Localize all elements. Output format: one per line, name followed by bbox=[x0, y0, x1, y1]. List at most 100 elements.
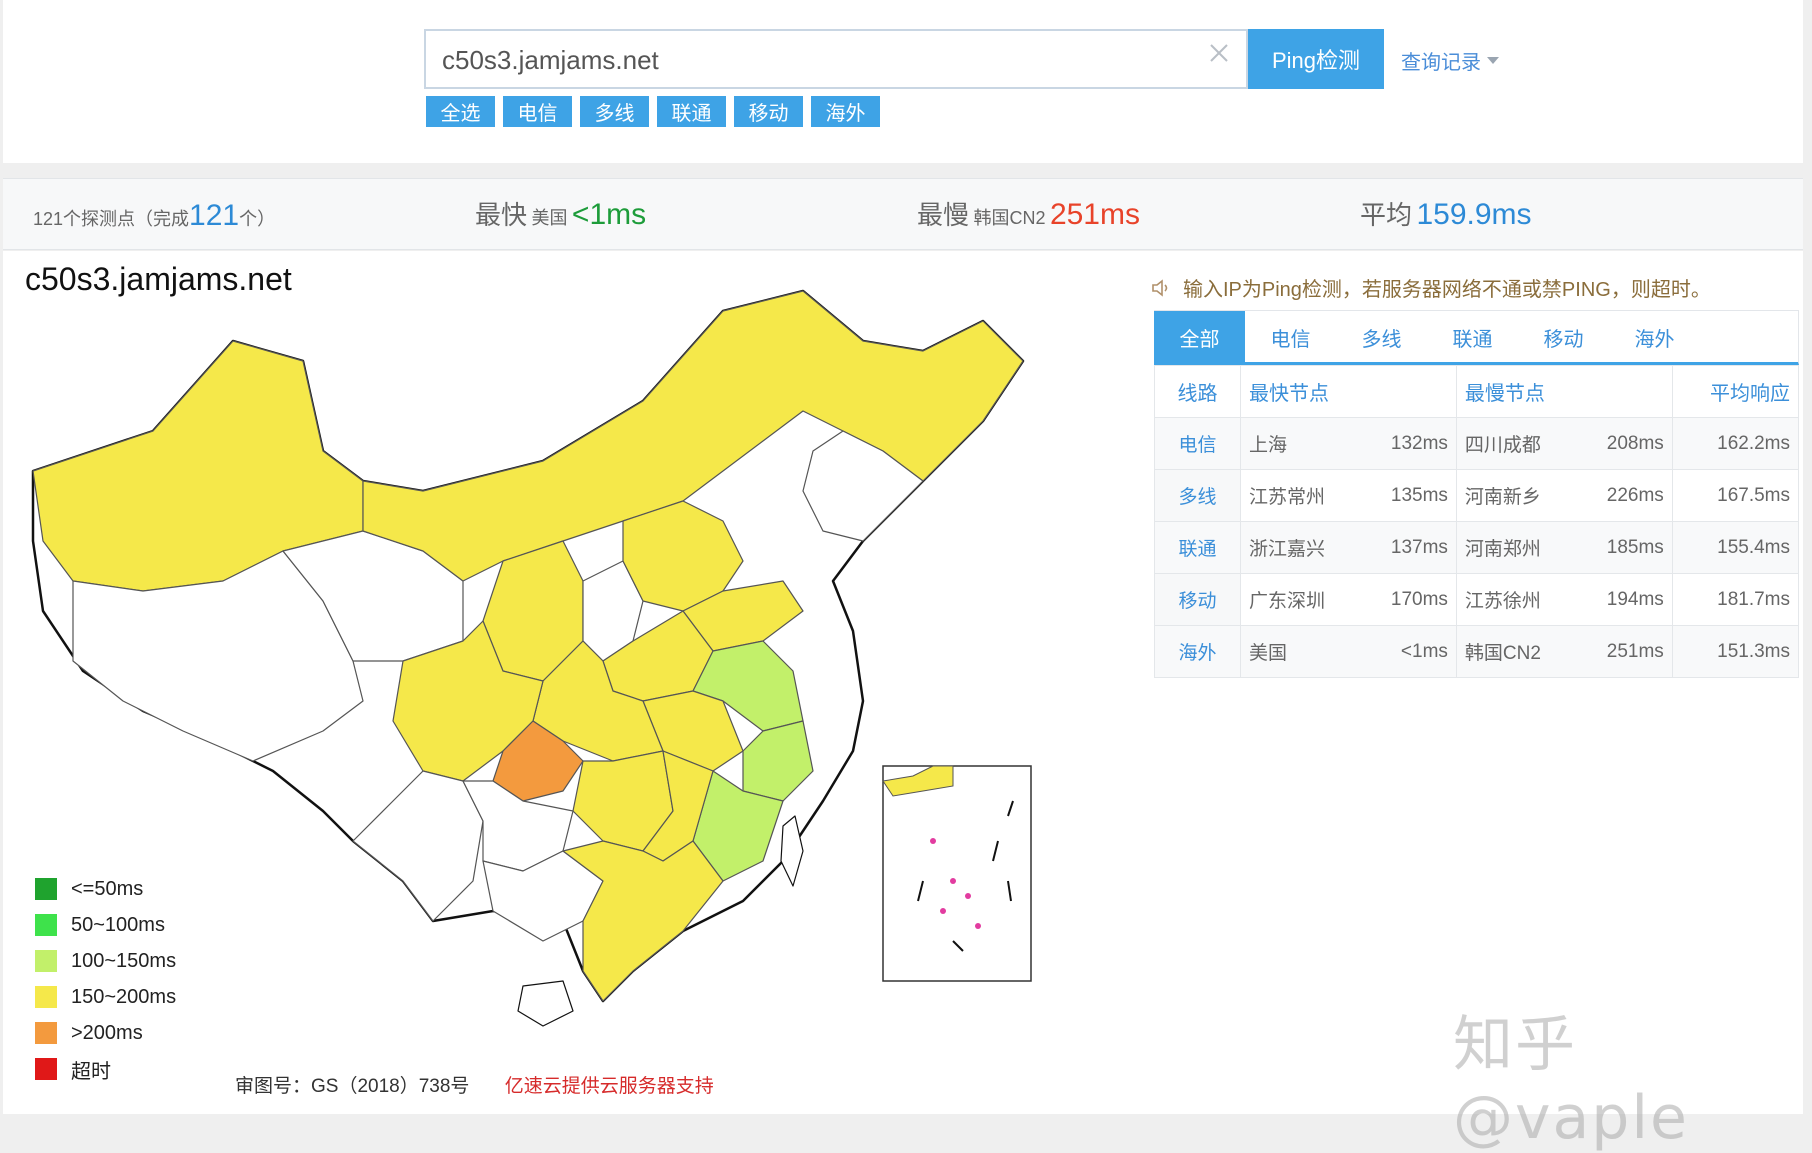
notice-text: 输入IP为Ping检测，若服务器网络不通或禁PING，则超时。 bbox=[1183, 279, 1711, 301]
tab-all[interactable]: 全部 bbox=[1154, 311, 1245, 363]
cell-slow-node: 河南新乡 bbox=[1455, 469, 1577, 522]
col-line: 线路 bbox=[1154, 365, 1241, 418]
tag-all[interactable]: 全选 bbox=[426, 96, 495, 127]
cell-line: 多线 bbox=[1154, 469, 1241, 522]
search-box bbox=[424, 29, 1248, 89]
stats-bar: 121个探测点（完成121个） 最快 美国 <1ms 最慢 韩国CN2 251m… bbox=[3, 178, 1803, 250]
legend-label: 超时 bbox=[71, 1060, 111, 1083]
region-hainan bbox=[517, 980, 574, 1027]
clear-icon[interactable] bbox=[1206, 40, 1232, 66]
cell-fast-ms: 170ms bbox=[1360, 573, 1457, 626]
legend-swatch bbox=[35, 1022, 57, 1044]
slowest-value: 251ms bbox=[1049, 198, 1140, 231]
probe-count: 121个探测点（完成121个） bbox=[33, 199, 275, 233]
legend-item: >200ms bbox=[35, 1015, 176, 1051]
cell-fast-node: 美国 bbox=[1239, 625, 1361, 678]
table-row: 联通 浙江嘉兴 137ms 河南郑州 185ms 155.4ms bbox=[1154, 521, 1800, 574]
isp-filter-tags: 全选 电信 多线 联通 移动 海外 bbox=[426, 96, 880, 127]
ping-button[interactable]: Ping检测 bbox=[1248, 29, 1384, 89]
probe-count-prefix: 121个探测点（完成 bbox=[33, 209, 190, 229]
cell-slow-node: 四川成都 bbox=[1455, 417, 1577, 470]
tab-telecom[interactable]: 电信 bbox=[1245, 311, 1336, 363]
average-stat: 平均 159.9ms bbox=[1360, 195, 1532, 232]
tag-overseas[interactable]: 海外 bbox=[811, 96, 880, 127]
cell-average: 151.3ms bbox=[1671, 625, 1800, 678]
tag-multiline[interactable]: 多线 bbox=[580, 96, 649, 127]
legend-item: 50~100ms bbox=[35, 907, 176, 943]
watermark: 知乎 @vaple bbox=[1453, 1010, 1689, 1153]
notice: 输入IP为Ping检测，若服务器网络不通或禁PING，则超时。 bbox=[1151, 273, 1711, 302]
slowest-node: 韩国CN2 bbox=[973, 208, 1046, 228]
tag-mobile[interactable]: 移动 bbox=[734, 96, 803, 127]
isp-tabs: 全部 电信 多线 联通 移动 海外 bbox=[1154, 310, 1799, 365]
tag-telecom[interactable]: 电信 bbox=[503, 96, 572, 127]
probe-done-count: 121 bbox=[189, 199, 240, 232]
speaker-icon bbox=[1152, 278, 1168, 297]
legend-item: 150~200ms bbox=[35, 979, 176, 1015]
legend-item: 超时 bbox=[35, 1051, 176, 1087]
south-china-sea-inset bbox=[882, 765, 1032, 982]
china-latency-map bbox=[31, 289, 1032, 1027]
col-slowest: 最慢节点 bbox=[1455, 365, 1673, 418]
slowest-stat: 最慢 韩国CN2 251ms bbox=[917, 195, 1140, 232]
slowest-label: 最慢 bbox=[917, 200, 970, 230]
legend-label: 50~100ms bbox=[71, 913, 165, 936]
search-panel: Ping检测 查询记录 全选 电信 多线 联通 移动 海外 bbox=[3, 0, 1803, 163]
fastest-stat: 最快 美国 <1ms bbox=[475, 195, 646, 232]
legend-label: 100~150ms bbox=[71, 949, 177, 972]
cell-slow-ms: 226ms bbox=[1576, 469, 1673, 522]
cell-fast-node: 上海 bbox=[1239, 417, 1361, 470]
sponsor-link[interactable]: 亿速云提供云服务器支持 bbox=[505, 1076, 714, 1097]
legend-swatch bbox=[35, 1058, 57, 1080]
col-fastest: 最快节点 bbox=[1240, 365, 1457, 418]
cell-average: 181.7ms bbox=[1671, 573, 1800, 626]
legend-label: 150~200ms bbox=[71, 985, 177, 1008]
cell-fast-ms: 132ms bbox=[1360, 417, 1457, 470]
history-dropdown[interactable]: 查询记录 bbox=[1401, 46, 1499, 75]
legend-label: >200ms bbox=[71, 1021, 143, 1044]
tab-unicom[interactable]: 联通 bbox=[1427, 311, 1518, 363]
legend-label: <=50ms bbox=[71, 877, 144, 900]
cell-slow-node: 江苏徐州 bbox=[1455, 573, 1577, 626]
cell-fast-node: 浙江嘉兴 bbox=[1239, 521, 1361, 574]
cell-line: 联通 bbox=[1154, 521, 1241, 574]
average-label: 平均 bbox=[1360, 200, 1413, 230]
cell-average: 162.2ms bbox=[1671, 417, 1800, 470]
cell-line: 电信 bbox=[1154, 417, 1241, 470]
cell-fast-ms: <1ms bbox=[1360, 625, 1457, 678]
average-value: 159.9ms bbox=[1416, 198, 1532, 231]
tab-mobile[interactable]: 移动 bbox=[1518, 311, 1609, 363]
cell-slow-ms: 194ms bbox=[1576, 573, 1673, 626]
cell-average: 167.5ms bbox=[1671, 469, 1800, 522]
cell-slow-node: 韩国CN2 bbox=[1455, 625, 1577, 678]
fastest-node: 美国 bbox=[531, 208, 568, 228]
legend-item: 100~150ms bbox=[35, 943, 176, 979]
tag-unicom[interactable]: 联通 bbox=[657, 96, 726, 127]
table-row: 多线 江苏常州 135ms 河南新乡 226ms 167.5ms bbox=[1154, 469, 1800, 522]
cell-slow-ms: 185ms bbox=[1576, 521, 1673, 574]
cell-average: 155.4ms bbox=[1671, 521, 1800, 574]
cell-slow-ms: 208ms bbox=[1576, 417, 1673, 470]
tab-overseas[interactable]: 海外 bbox=[1609, 311, 1700, 363]
results-panel: c50s3.jamjams.net <=50ms 50~100ms 100~15… bbox=[3, 251, 1803, 1153]
table-row: 移动 广东深圳 170ms 江苏徐州 194ms 181.7ms bbox=[1154, 573, 1800, 626]
tab-multiline[interactable]: 多线 bbox=[1336, 311, 1427, 363]
fastest-label: 最快 bbox=[475, 200, 528, 230]
chevron-down-icon bbox=[1487, 57, 1499, 65]
search-input[interactable] bbox=[442, 43, 1202, 77]
legend-swatch bbox=[35, 986, 57, 1008]
table-row: 海外 美国 <1ms 韩国CN2 251ms 151.3ms bbox=[1154, 625, 1800, 678]
cell-slow-node: 河南郑州 bbox=[1455, 521, 1577, 574]
legend-swatch bbox=[35, 878, 57, 900]
history-label[interactable]: 查询记录 bbox=[1401, 52, 1481, 74]
map-footer: 审图号：GS（2018）738号 亿速云提供云服务器支持 bbox=[235, 1071, 714, 1098]
cell-fast-node: 江苏常州 bbox=[1239, 469, 1361, 522]
legend-swatch bbox=[35, 914, 57, 936]
cell-line: 移动 bbox=[1154, 573, 1241, 626]
latency-legend: <=50ms 50~100ms 100~150ms 150~200ms >200… bbox=[35, 871, 176, 1087]
cell-fast-node: 广东深圳 bbox=[1239, 573, 1361, 626]
cell-line: 海外 bbox=[1154, 625, 1241, 678]
summary-table: 线路 最快节点 最慢节点 平均响应 电信 上海 132ms 四川成都 208ms… bbox=[1154, 365, 1800, 678]
fastest-value: <1ms bbox=[571, 198, 647, 231]
table-header-row: 线路 最快节点 最慢节点 平均响应 bbox=[1154, 365, 1800, 418]
